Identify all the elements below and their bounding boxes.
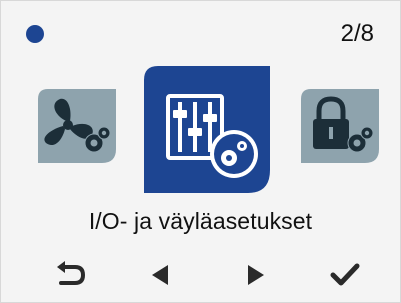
menu-item-io-bus-settings[interactable] <box>144 66 270 193</box>
menu-item-fan-settings[interactable] <box>38 89 116 163</box>
selected-menu-label: I/O- ja väyläasetukset <box>88 208 313 234</box>
fan-settings-icon <box>38 89 116 163</box>
confirm-icon <box>330 263 360 287</box>
status-indicator-dot <box>26 25 44 43</box>
next-button[interactable] <box>234 257 278 293</box>
next-icon <box>246 264 266 286</box>
page-indicator: 2/8 <box>340 20 374 47</box>
previous-icon <box>150 264 170 286</box>
lock-settings-icon <box>301 89 379 163</box>
back-icon <box>55 261 87 289</box>
confirm-button[interactable] <box>323 257 367 293</box>
back-button[interactable] <box>49 257 93 293</box>
device-screen: 2/8 I/O- ja väyläasetukset <box>0 0 401 303</box>
previous-button[interactable] <box>138 257 182 293</box>
menu-item-lock-settings[interactable] <box>301 89 379 163</box>
io-bus-settings-icon <box>144 66 270 193</box>
